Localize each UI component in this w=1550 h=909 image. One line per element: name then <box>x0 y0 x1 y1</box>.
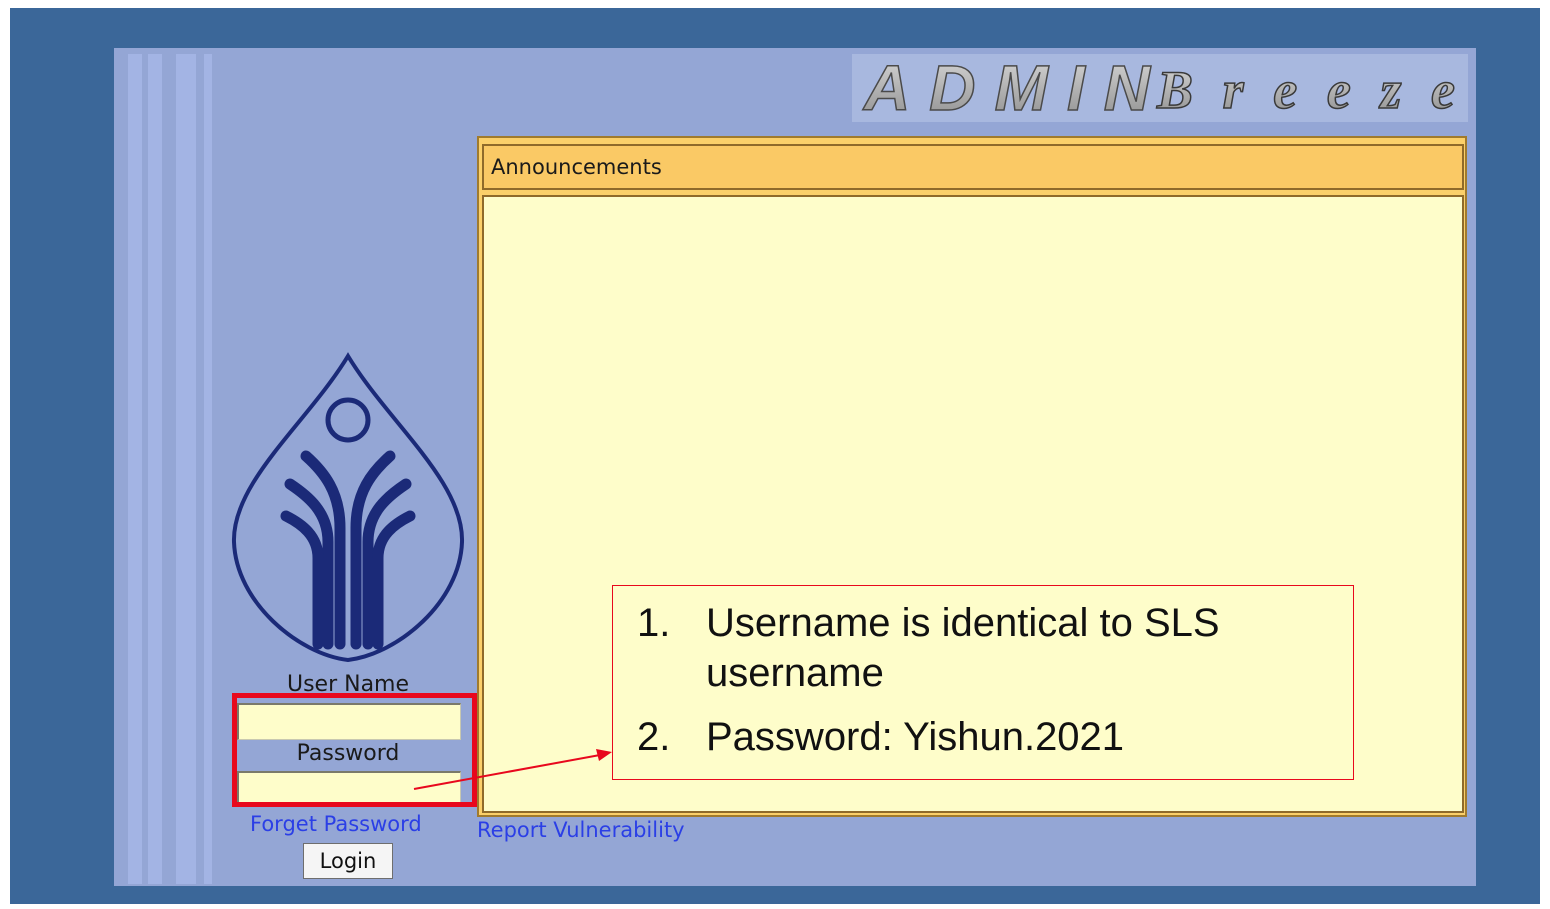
login-button[interactable]: Login <box>303 843 393 879</box>
announcements-header: Announcements <box>482 144 1464 190</box>
decorative-stripe <box>148 54 162 884</box>
decorative-stripe <box>204 54 212 884</box>
annotation-item: 1. Username is identical to SLS username <box>613 598 1353 698</box>
annotation-item: 2. Password: Yishun.2021 <box>613 712 1353 762</box>
annotation-item-text: Username is identical to SLS username <box>706 601 1220 695</box>
annotation-item-number: 2. <box>637 715 671 759</box>
decorative-stripe <box>128 54 142 884</box>
organization-emblem <box>231 352 465 663</box>
forget-password-link[interactable]: Forget Password <box>250 812 422 836</box>
report-vulnerability-link[interactable]: Report Vulnerability <box>477 818 685 842</box>
annotation-callout: 1. Username is identical to SLS username… <box>612 585 1354 780</box>
adminbreeze-logo: ADMIN Breeze <box>861 54 1456 122</box>
highlight-box <box>232 693 477 807</box>
annotation-item-text: Password: Yishun.2021 <box>706 715 1125 759</box>
annotation-item-number: 1. <box>637 601 671 645</box>
decorative-stripe <box>176 54 196 884</box>
logo-breeze-text: Breeze <box>1156 60 1455 120</box>
logo-admin-text: ADMIN <box>862 54 1152 122</box>
